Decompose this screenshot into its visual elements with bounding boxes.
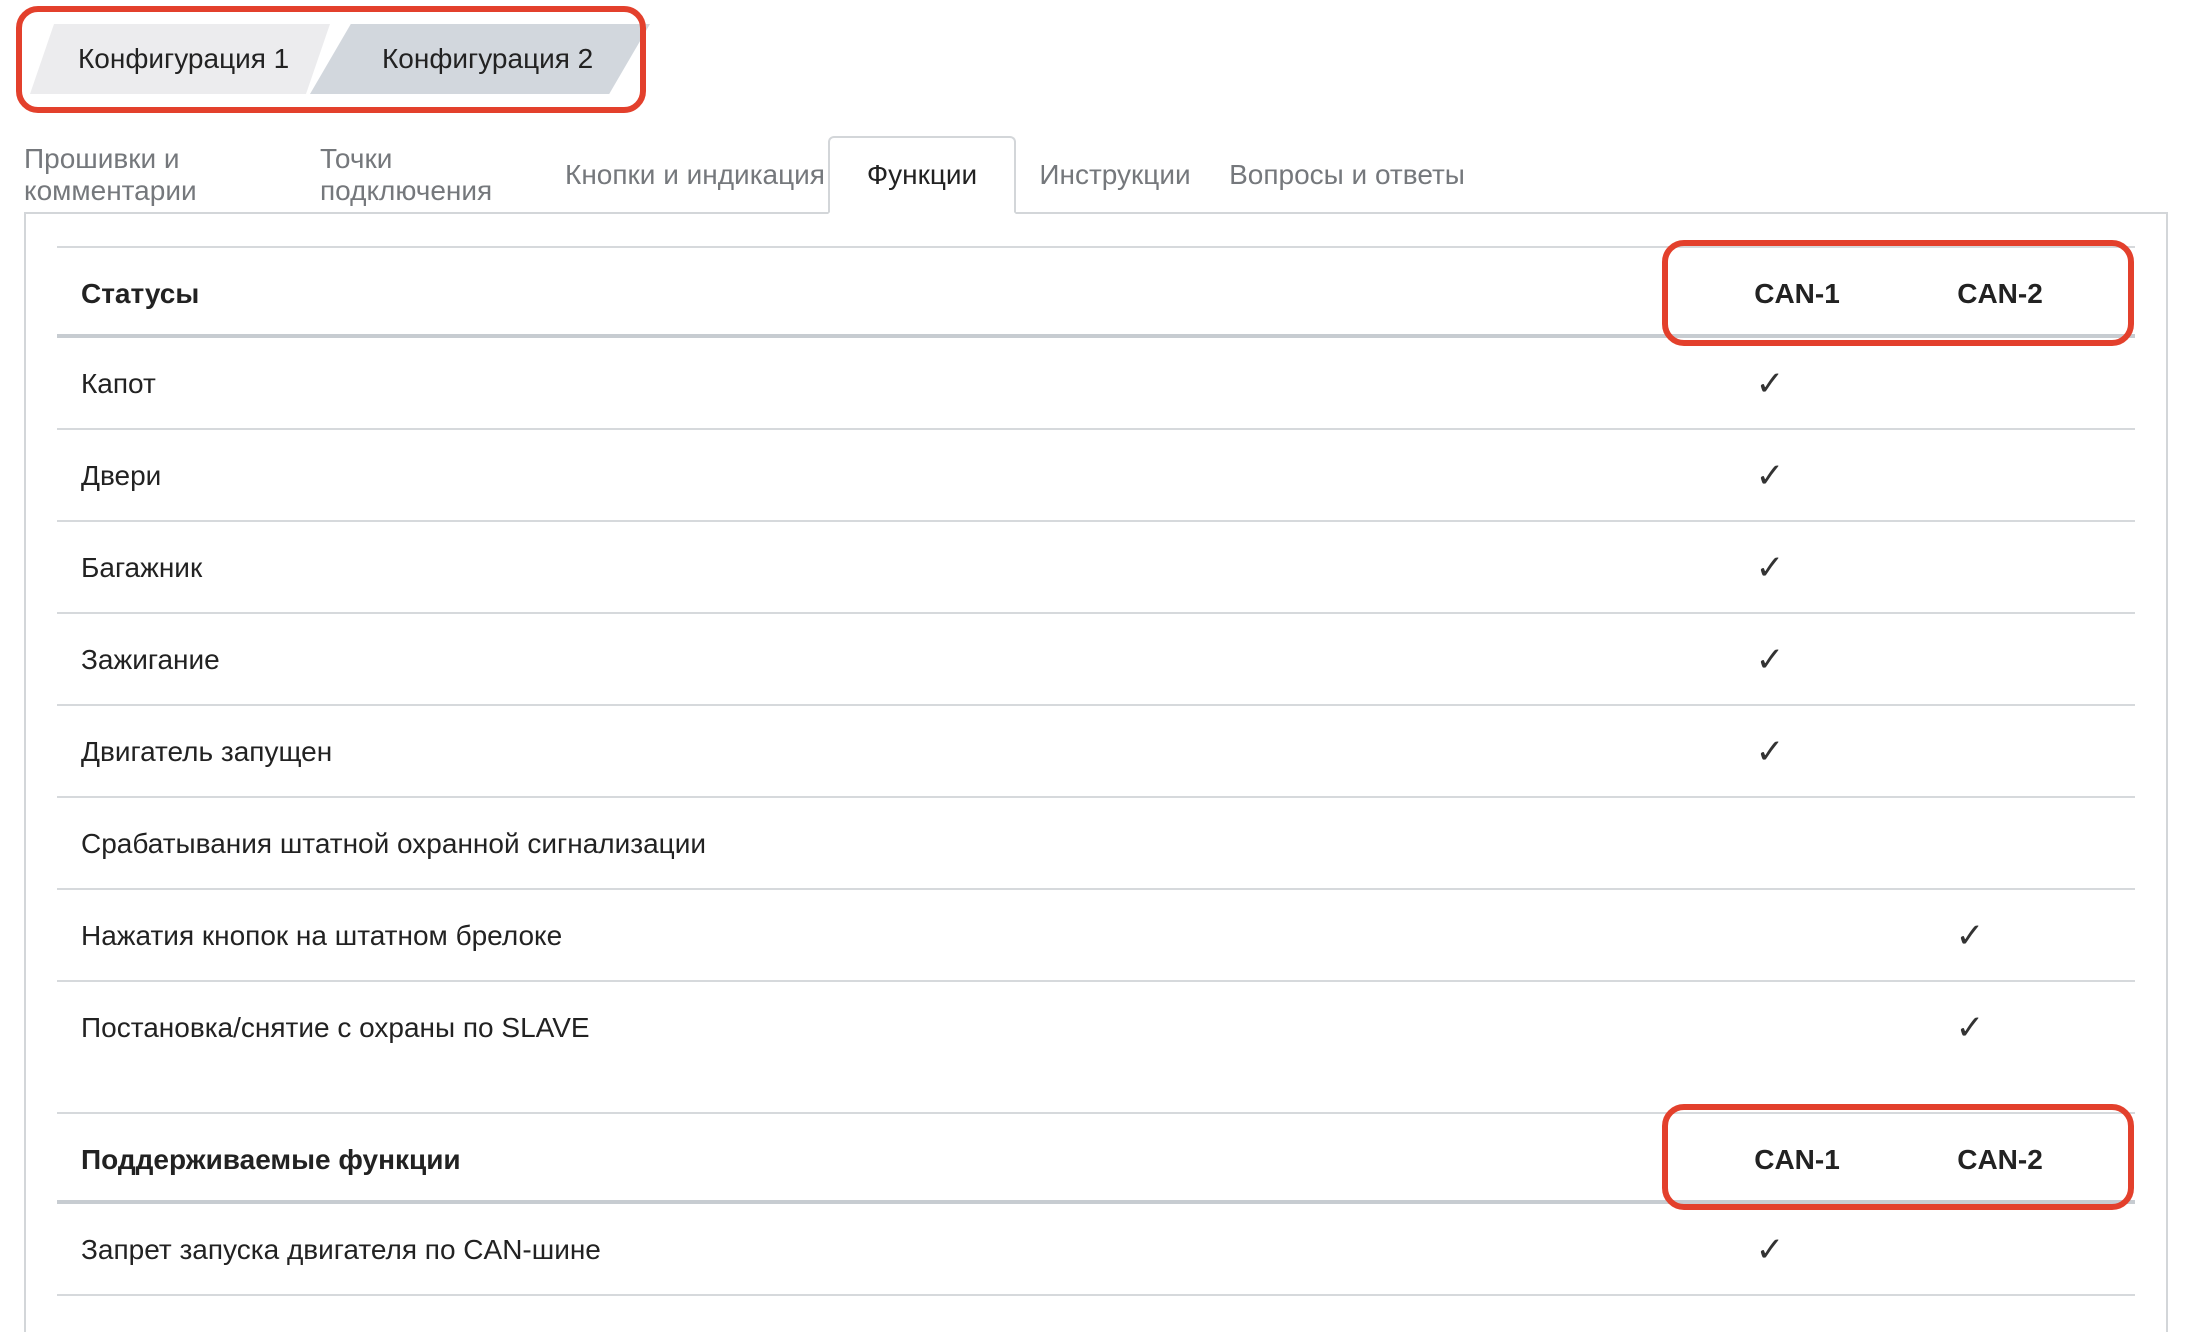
tab-functions[interactable]: Функции xyxy=(828,136,1016,214)
row-label: Запрет запуска двигателя по CAN-шине xyxy=(81,1234,601,1265)
config-tab-2[interactable]: Конфигурация 2 xyxy=(310,24,650,94)
functions-title: Поддерживаемые функции xyxy=(81,1144,461,1175)
can1-header: CAN-1 xyxy=(1754,278,1840,309)
row-label: Срабатывания штатной охранной сигнализац… xyxy=(81,828,706,859)
table-row: Срабатывания штатной охранной сигнализац… xyxy=(57,798,2135,890)
can2-header: CAN-2 xyxy=(1957,1144,2043,1175)
row-label: Зажигание xyxy=(81,644,220,675)
table-row: Зажигание ✓ xyxy=(57,614,2135,706)
tab-firmware[interactable]: Прошивки и комментарии xyxy=(24,136,324,214)
can1-header: CAN-1 xyxy=(1754,1144,1840,1175)
section-tabs: Прошивки и комментарии Точки подключения… xyxy=(24,136,2170,214)
checkmark-icon: ✓ xyxy=(1755,457,1785,495)
row-label: Багажник xyxy=(81,552,203,583)
can2-header: CAN-2 xyxy=(1957,278,2043,309)
statuses-header-row: Статусы CAN-1 CAN-2 xyxy=(57,246,2135,338)
checkmark-icon: ✓ xyxy=(1755,733,1785,771)
checkmark-icon: ✓ xyxy=(1955,917,1985,955)
tab-connection-points[interactable]: Точки подключения xyxy=(320,136,560,214)
row-label: Капот xyxy=(81,368,156,399)
supported-functions-table: Поддерживаемые функции CAN-1 CAN-2 Запре… xyxy=(57,1112,2135,1296)
row-label: Двери xyxy=(81,460,162,491)
functions-header-row: Поддерживаемые функции CAN-1 CAN-2 xyxy=(57,1112,2135,1204)
configuration-switcher: Конфигурация 1 Конфигурация 2 xyxy=(30,22,650,98)
table-row: Запрет запуска двигателя по CAN-шине ✓ xyxy=(57,1204,2135,1296)
config-tab-1[interactable]: Конфигурация 1 xyxy=(30,24,330,94)
tab-instructions[interactable]: Инструкции xyxy=(1024,136,1206,214)
tab-buttons-indication[interactable]: Кнопки и индикация xyxy=(554,136,836,214)
statuses-table: Статусы CAN-1 CAN-2 Капот ✓ Двери ✓ Бага… xyxy=(57,246,2135,1074)
row-label: Нажатия кнопок на штатном брелоке xyxy=(81,920,563,951)
table-row: Капот ✓ xyxy=(57,338,2135,430)
row-label: Двигатель запущен xyxy=(81,736,333,767)
table-row: Багажник ✓ xyxy=(57,522,2135,614)
checkmark-icon: ✓ xyxy=(1755,1231,1785,1269)
checkmark-icon: ✓ xyxy=(1755,641,1785,679)
tab-faq[interactable]: Вопросы и ответы xyxy=(1216,136,1478,214)
row-label: Постановка/снятие с охраны по SLAVE xyxy=(81,1012,590,1043)
statuses-title: Статусы xyxy=(81,278,200,309)
table-row: Постановка/снятие с охраны по SLAVE ✓ xyxy=(57,982,2135,1074)
table-row: Двери ✓ xyxy=(57,430,2135,522)
checkmark-icon: ✓ xyxy=(1755,365,1785,403)
table-row: Двигатель запущен ✓ xyxy=(57,706,2135,798)
checkmark-icon: ✓ xyxy=(1755,549,1785,587)
checkmark-icon: ✓ xyxy=(1955,1009,1985,1047)
table-row: Нажатия кнопок на штатном брелоке ✓ xyxy=(57,890,2135,982)
